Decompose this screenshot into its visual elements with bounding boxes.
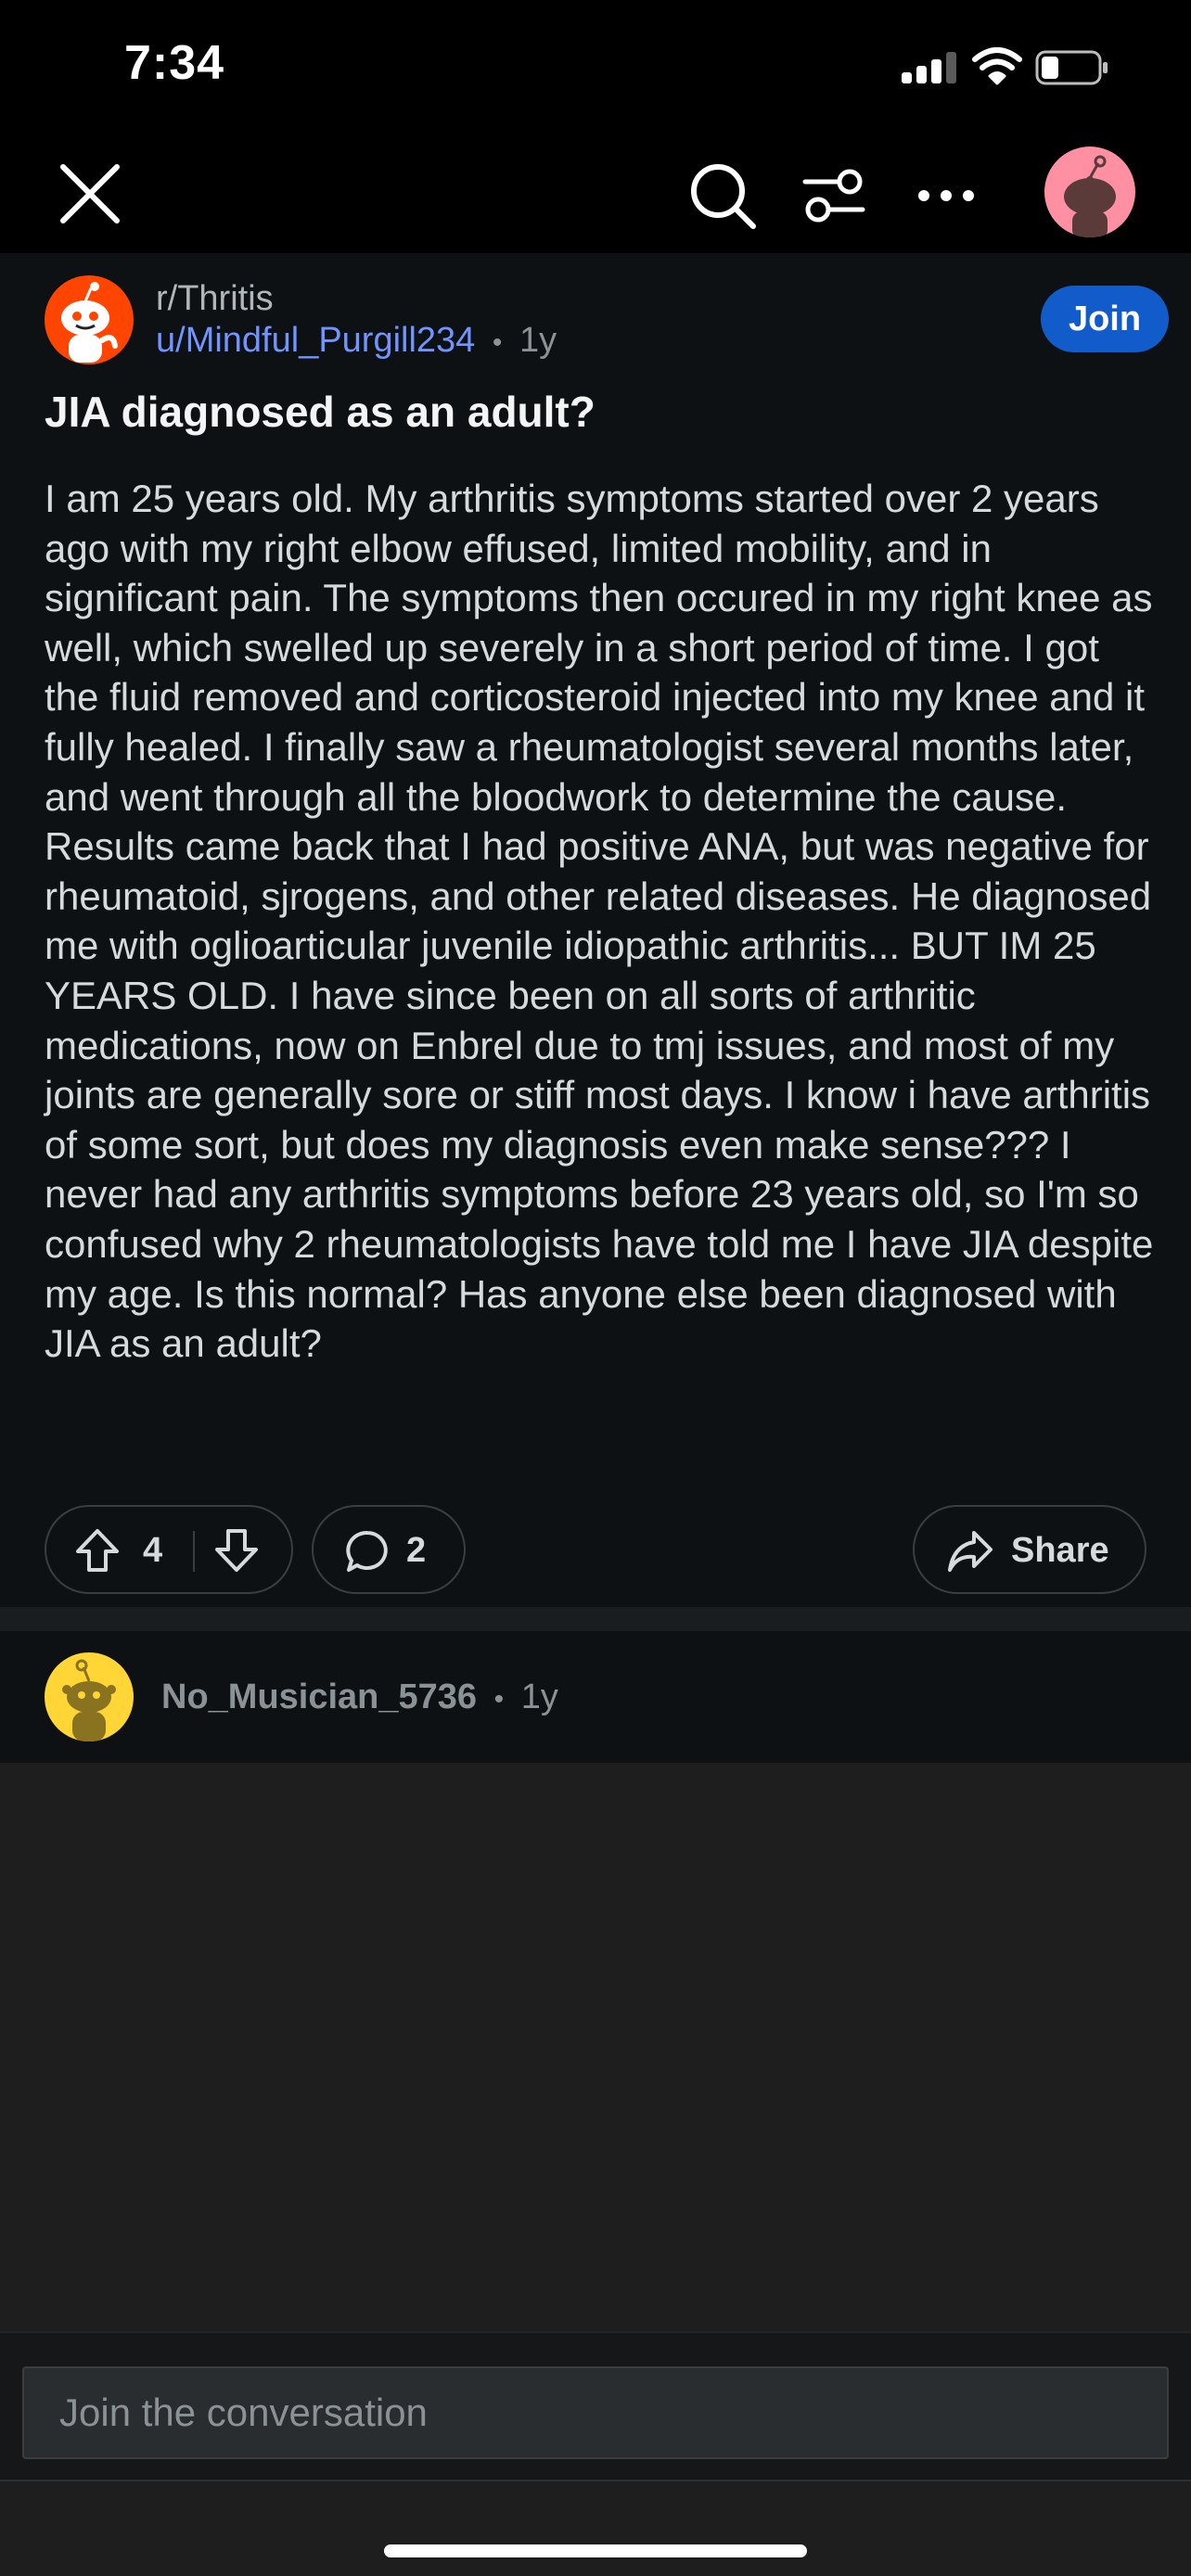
- subreddit-avatar[interactable]: [45, 275, 134, 364]
- bottom-safe-area: [0, 2480, 1191, 2576]
- comment-author[interactable]: No_Musician_5736: [161, 1677, 477, 1716]
- post-title: JIA diagnosed as an adult?: [45, 388, 596, 436]
- wifi-icon: [972, 47, 1022, 85]
- comment-meta-separator: •: [493, 1684, 505, 1715]
- comment-count: 2: [406, 1531, 427, 1570]
- home-indicator[interactable]: [384, 2544, 807, 2557]
- sort-options-icon[interactable]: [800, 159, 868, 232]
- share-arrow-icon: [948, 1531, 992, 1572]
- battery-icon: [1035, 50, 1108, 85]
- section-divider: [0, 1607, 1191, 1631]
- meta-separator: •: [492, 327, 503, 358]
- user-avatar-icon[interactable]: [1044, 147, 1135, 237]
- status-time: 7:34: [124, 36, 225, 90]
- downvote-icon[interactable]: [213, 1527, 260, 1574]
- comment-item[interactable]: No_Musician_5736 • 1y: [0, 1631, 1191, 1763]
- comment-meta: No_Musician_5736 • 1y: [161, 1677, 558, 1717]
- close-icon[interactable]: [54, 158, 126, 230]
- post-actions: 4 2 Share: [0, 1505, 1191, 1598]
- join-conversation-input[interactable]: [22, 2366, 1169, 2459]
- share-button[interactable]: Share: [913, 1505, 1146, 1594]
- join-button[interactable]: Join: [1041, 286, 1169, 352]
- commenter-avatar[interactable]: [45, 1652, 134, 1741]
- status-bar: 7:34: [0, 0, 1191, 139]
- more-options-icon[interactable]: [913, 159, 980, 232]
- vote-control: 4: [45, 1505, 293, 1594]
- search-icon[interactable]: [686, 159, 761, 234]
- share-label: Share: [1011, 1531, 1109, 1570]
- subreddit-name[interactable]: r/Thritis: [156, 279, 274, 319]
- post-body: I am 25 years old. My arthritis symptoms…: [45, 477, 1154, 1366]
- comments-button[interactable]: 2: [312, 1505, 466, 1594]
- top-nav-bar: [0, 139, 1191, 253]
- comment-composer: [0, 2331, 1191, 2480]
- post-meta: u/Mindful_Purgill234 • 1y: [156, 321, 557, 361]
- post-author[interactable]: u/Mindful_Purgill234: [156, 321, 475, 360]
- vote-count: 4: [143, 1531, 163, 1570]
- post-age: 1y: [519, 321, 557, 360]
- cellular-signal-icon: [902, 52, 957, 83]
- comment-age: 1y: [520, 1677, 558, 1716]
- comment-bubble-icon: [346, 1530, 388, 1572]
- vote-divider: [193, 1531, 195, 1572]
- post-card: r/Thritis u/Mindful_Purgill234 • 1y Join…: [0, 253, 1191, 1607]
- upvote-icon[interactable]: [74, 1527, 121, 1574]
